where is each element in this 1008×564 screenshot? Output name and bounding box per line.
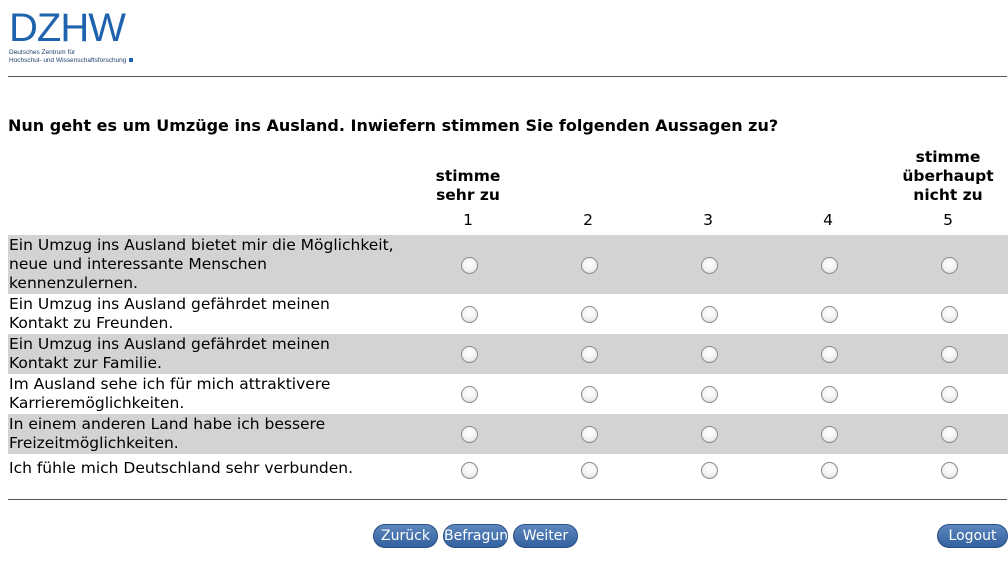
radio-option-2[interactable] [581,386,598,403]
scale-point-5: 5 [943,211,953,229]
radio-option-1[interactable] [461,306,478,323]
radio-option-4[interactable] [821,346,838,363]
item-label: In einem anderen Land habe ich bessere Fr… [9,415,429,453]
radio-option-1[interactable] [461,462,478,479]
radio-option-4[interactable] [821,462,838,479]
radio-option-2[interactable] [581,462,598,479]
survey-button[interactable]: Befragung [443,524,508,548]
item-label-line: Ein Umzug ins Ausland bietet mir die Mög… [9,236,394,254]
radio-option-3[interactable] [701,462,718,479]
item-label-line: Kontakt zur Familie. [9,354,162,372]
radio-option-5[interactable] [941,306,958,323]
item-label: Ein Umzug ins Ausland bietet mir die Mög… [9,236,429,293]
item-label-line: Im Ausland sehe ich für mich attraktiver… [9,375,331,393]
radio-option-4[interactable] [821,256,838,274]
radio-option-2[interactable] [581,306,598,323]
item-row: Ein Umzug ins Ausland gefährdet meinen Ko… [8,294,1008,334]
radio-option-4[interactable] [821,386,838,403]
item-label-line: neue und interessante Menschen [9,255,267,273]
scale-point-2: 2 [583,211,593,229]
logo-subtitle-line1: Deutsches Zentrum für [9,49,76,56]
radio-option-3[interactable] [701,256,718,274]
item-row: Im Ausland sehe ich für mich attraktiver… [8,374,1008,414]
scale-low-anchor-line2: sehr zu [436,186,500,204]
radio-option-1[interactable] [461,256,478,274]
logo-letters: DZHW [9,6,126,50]
item-label-line: Freizeitmöglichkeiten. [9,434,179,452]
radio-option-5[interactable] [941,462,958,479]
radio-option-3[interactable] [701,426,718,443]
logo-square-icon [129,58,134,63]
item-label-line: Ein Umzug ins Ausland gefährdet meinen [9,335,330,353]
item-label-line: Karrieremöglichkeiten. [9,394,185,412]
radio-option-4[interactable] [821,306,838,323]
item-row: Ein Umzug ins Ausland gefährdet meinen Ko… [8,334,1008,374]
scale-high-anchor: stimme überhaupt nicht zu [888,148,1008,205]
header-divider [8,76,1007,77]
radio-option-1[interactable] [461,426,478,443]
radio-option-1[interactable] [461,386,478,403]
item-label: Ein Umzug ins Ausland gefährdet meinen Ko… [9,295,429,333]
scale-point-1: 1 [463,211,473,229]
item-label-line: Kontakt zu Freunden. [9,314,174,332]
radio-option-5[interactable] [941,256,958,274]
radio-option-2[interactable] [581,346,598,363]
next-button[interactable]: Weiter [513,524,578,548]
scale-point-4: 4 [823,211,833,229]
item-row: In einem anderen Land habe ich bessere Fr… [8,414,1008,454]
item-label-line: kennenzulernen. [9,274,138,292]
scale-high-anchor-line2: überhaupt [902,167,994,185]
radio-option-5[interactable] [941,426,958,443]
footer-divider [8,499,1007,500]
logo-subtitle: Deutsches Zentrum für Hochschul- und Wis… [9,49,139,65]
item-label: Im Ausland sehe ich für mich attraktiver… [9,375,429,413]
question-text: Nun geht es um Umzüge ins Ausland. Inwie… [8,116,779,135]
back-button[interactable]: Zurück [373,524,438,548]
item-row: Ich fühle mich Deutschland sehr verbunde… [8,454,1008,484]
item-label-line: In einem anderen Land habe ich bessere [9,415,326,433]
item-label: Ich fühle mich Deutschland sehr verbunde… [9,459,429,478]
scale-low-anchor-line1: stimme [435,167,501,185]
scale-low-anchor: stimme sehr zu [408,167,528,205]
radio-option-3[interactable] [701,346,718,363]
radio-option-4[interactable] [821,426,838,443]
item-row: Ein Umzug ins Ausland bietet mir die Mög… [8,235,1008,294]
item-label-line: Ein Umzug ins Ausland gefährdet meinen [9,295,330,313]
scale-high-anchor-line3: nicht zu [913,186,983,204]
radio-option-1[interactable] [461,346,478,363]
radio-option-5[interactable] [941,346,958,363]
radio-option-2[interactable] [581,426,598,443]
item-label-line: Ich fühle mich Deutschland sehr verbunde… [9,459,354,477]
logo-subtitle-line2: Hochschul- und Wissenschaftsforschung [9,57,127,64]
logout-button[interactable]: Logout [937,524,1008,548]
radio-option-2[interactable] [581,256,598,274]
radio-option-5[interactable] [941,386,958,403]
dzhw-logo: DZHW Deutsches Zentrum für Hochschul- un… [9,6,139,66]
radio-option-3[interactable] [701,386,718,403]
scale-point-3: 3 [703,211,713,229]
radio-option-3[interactable] [701,306,718,323]
scale-high-anchor-line1: stimme [915,148,981,166]
item-label: Ein Umzug ins Ausland gefährdet meinen Ko… [9,335,429,373]
